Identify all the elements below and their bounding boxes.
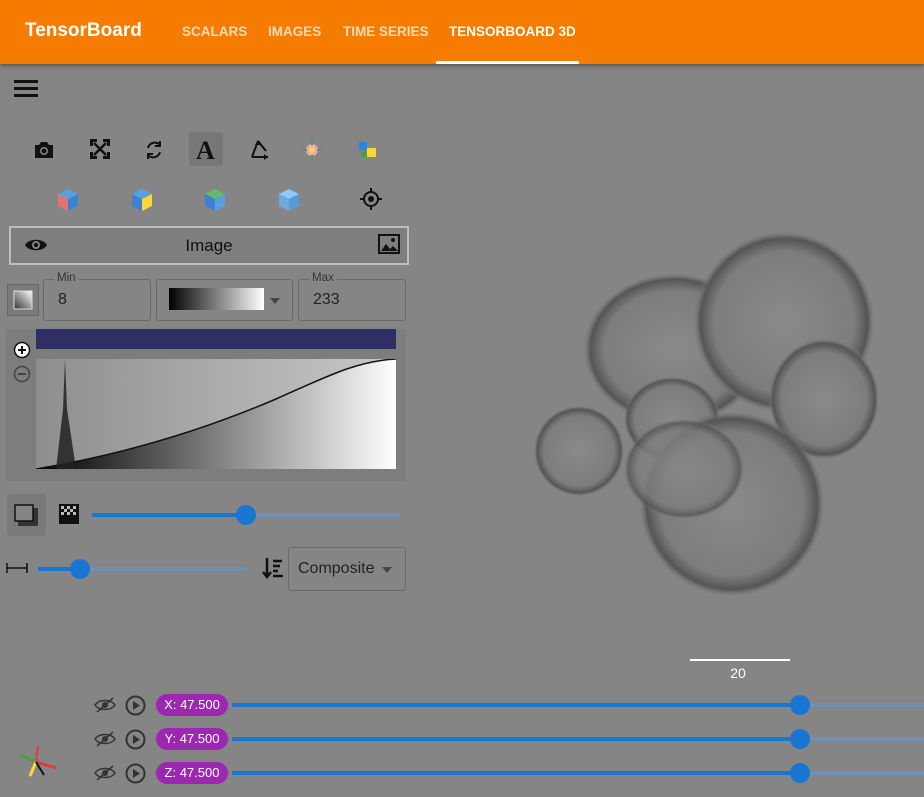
fullscreen-icon[interactable] bbox=[88, 137, 112, 161]
colormap-select[interactable] bbox=[156, 279, 293, 321]
play-icon[interactable] bbox=[125, 763, 146, 784]
layers-shadow-icon bbox=[14, 504, 38, 526]
scale-bar bbox=[690, 659, 790, 661]
slice-x-slider-thumb[interactable] bbox=[790, 695, 810, 715]
axes-icon[interactable] bbox=[246, 137, 272, 163]
menu-icon[interactable] bbox=[14, 80, 38, 98]
visibility-off-icon[interactable] bbox=[94, 765, 116, 781]
shadow-toggle-button[interactable] bbox=[7, 494, 46, 536]
min-field[interactable]: Min 8 bbox=[43, 272, 151, 321]
app-title[interactable]: TensorBoard bbox=[25, 20, 142, 42]
max-label: Max bbox=[309, 272, 337, 284]
gradient-icon bbox=[13, 290, 33, 310]
visibility-off-icon[interactable] bbox=[94, 731, 116, 747]
tab-time-series[interactable]: TIME SERIES bbox=[343, 24, 429, 39]
cube-view-yellow-icon[interactable] bbox=[129, 187, 155, 213]
slice-x-chip[interactable]: X: 47.500 bbox=[156, 694, 228, 716]
step-size-slider-thumb[interactable] bbox=[70, 559, 90, 579]
active-tab-indicator bbox=[436, 61, 579, 64]
cube-view-red-icon[interactable] bbox=[55, 187, 81, 213]
play-icon[interactable] bbox=[125, 695, 146, 716]
play-icon[interactable] bbox=[125, 729, 146, 750]
rotate-icon[interactable] bbox=[142, 138, 166, 162]
center-target-icon[interactable] bbox=[359, 187, 383, 211]
image-layer-row[interactable]: Image bbox=[9, 226, 409, 265]
volume-viewport[interactable] bbox=[414, 64, 924, 797]
opacity-slider-fill bbox=[92, 513, 246, 517]
slice-z-slider-thumb[interactable] bbox=[790, 763, 810, 783]
image-icon[interactable] bbox=[378, 234, 400, 254]
scale-bar-label: 20 bbox=[730, 665, 746, 681]
text-label-icon: A bbox=[196, 136, 215, 165]
camera-icon[interactable] bbox=[32, 138, 56, 162]
orientation-axes-icon bbox=[19, 745, 57, 777]
blend-mode-value: Composite bbox=[298, 560, 375, 577]
cube-view-green-icon[interactable] bbox=[202, 187, 228, 213]
slice-y-slider-thumb[interactable] bbox=[790, 729, 810, 749]
blend-mode-select[interactable]: Composite bbox=[288, 547, 406, 591]
top-app-bar: TensorBoard SCALARS IMAGES TIME SERIES T… bbox=[0, 0, 924, 64]
slice-z-slider-fill bbox=[232, 771, 800, 775]
tab-tensorboard-3d[interactable]: TENSORBOARD 3D bbox=[449, 24, 576, 39]
opacity-slider-thumb[interactable] bbox=[236, 505, 256, 525]
slice-x-slider[interactable] bbox=[232, 703, 924, 707]
colormap-toggle-button[interactable] bbox=[7, 284, 39, 316]
zoom-out-icon[interactable] bbox=[13, 365, 31, 383]
slice-y-chip[interactable]: Y: 47.500 bbox=[156, 728, 228, 750]
checkerboard-icon[interactable] bbox=[58, 503, 80, 525]
svg-text:A: A bbox=[196, 136, 215, 165]
min-value[interactable]: 8 bbox=[58, 291, 67, 309]
min-label: Min bbox=[54, 272, 79, 284]
slice-y-slider[interactable] bbox=[232, 737, 924, 741]
image-layer-label: Image bbox=[185, 236, 233, 255]
sort-order-icon[interactable] bbox=[261, 556, 285, 580]
slice-z-chip[interactable]: Z: 47.500 bbox=[156, 762, 228, 784]
lighting-icon[interactable] bbox=[300, 138, 324, 162]
slice-x-slider-fill bbox=[232, 703, 800, 707]
colormap-preview bbox=[169, 288, 264, 310]
tab-scalars[interactable]: SCALARS bbox=[182, 24, 247, 39]
chevron-down-icon bbox=[270, 298, 280, 304]
slice-y-slider-fill bbox=[232, 737, 800, 741]
histogram-chart[interactable] bbox=[36, 359, 396, 469]
tab-images[interactable]: IMAGES bbox=[268, 24, 321, 39]
colors-icon[interactable] bbox=[356, 138, 380, 162]
cube-view-plain-icon[interactable] bbox=[276, 187, 302, 213]
max-field[interactable]: Max 233 bbox=[298, 272, 406, 321]
chevron-down-icon bbox=[382, 567, 392, 573]
volume-render bbox=[534, 232, 879, 596]
step-size-icon bbox=[6, 563, 28, 573]
transfer-function-panel bbox=[6, 329, 406, 481]
zoom-in-icon[interactable] bbox=[13, 341, 31, 359]
visibility-off-icon[interactable] bbox=[94, 697, 116, 713]
text-label-toggle[interactable]: A bbox=[189, 132, 223, 166]
max-value[interactable]: 233 bbox=[313, 291, 340, 309]
slice-z-slider[interactable] bbox=[232, 771, 924, 775]
color-ramp-bar[interactable] bbox=[36, 329, 396, 349]
